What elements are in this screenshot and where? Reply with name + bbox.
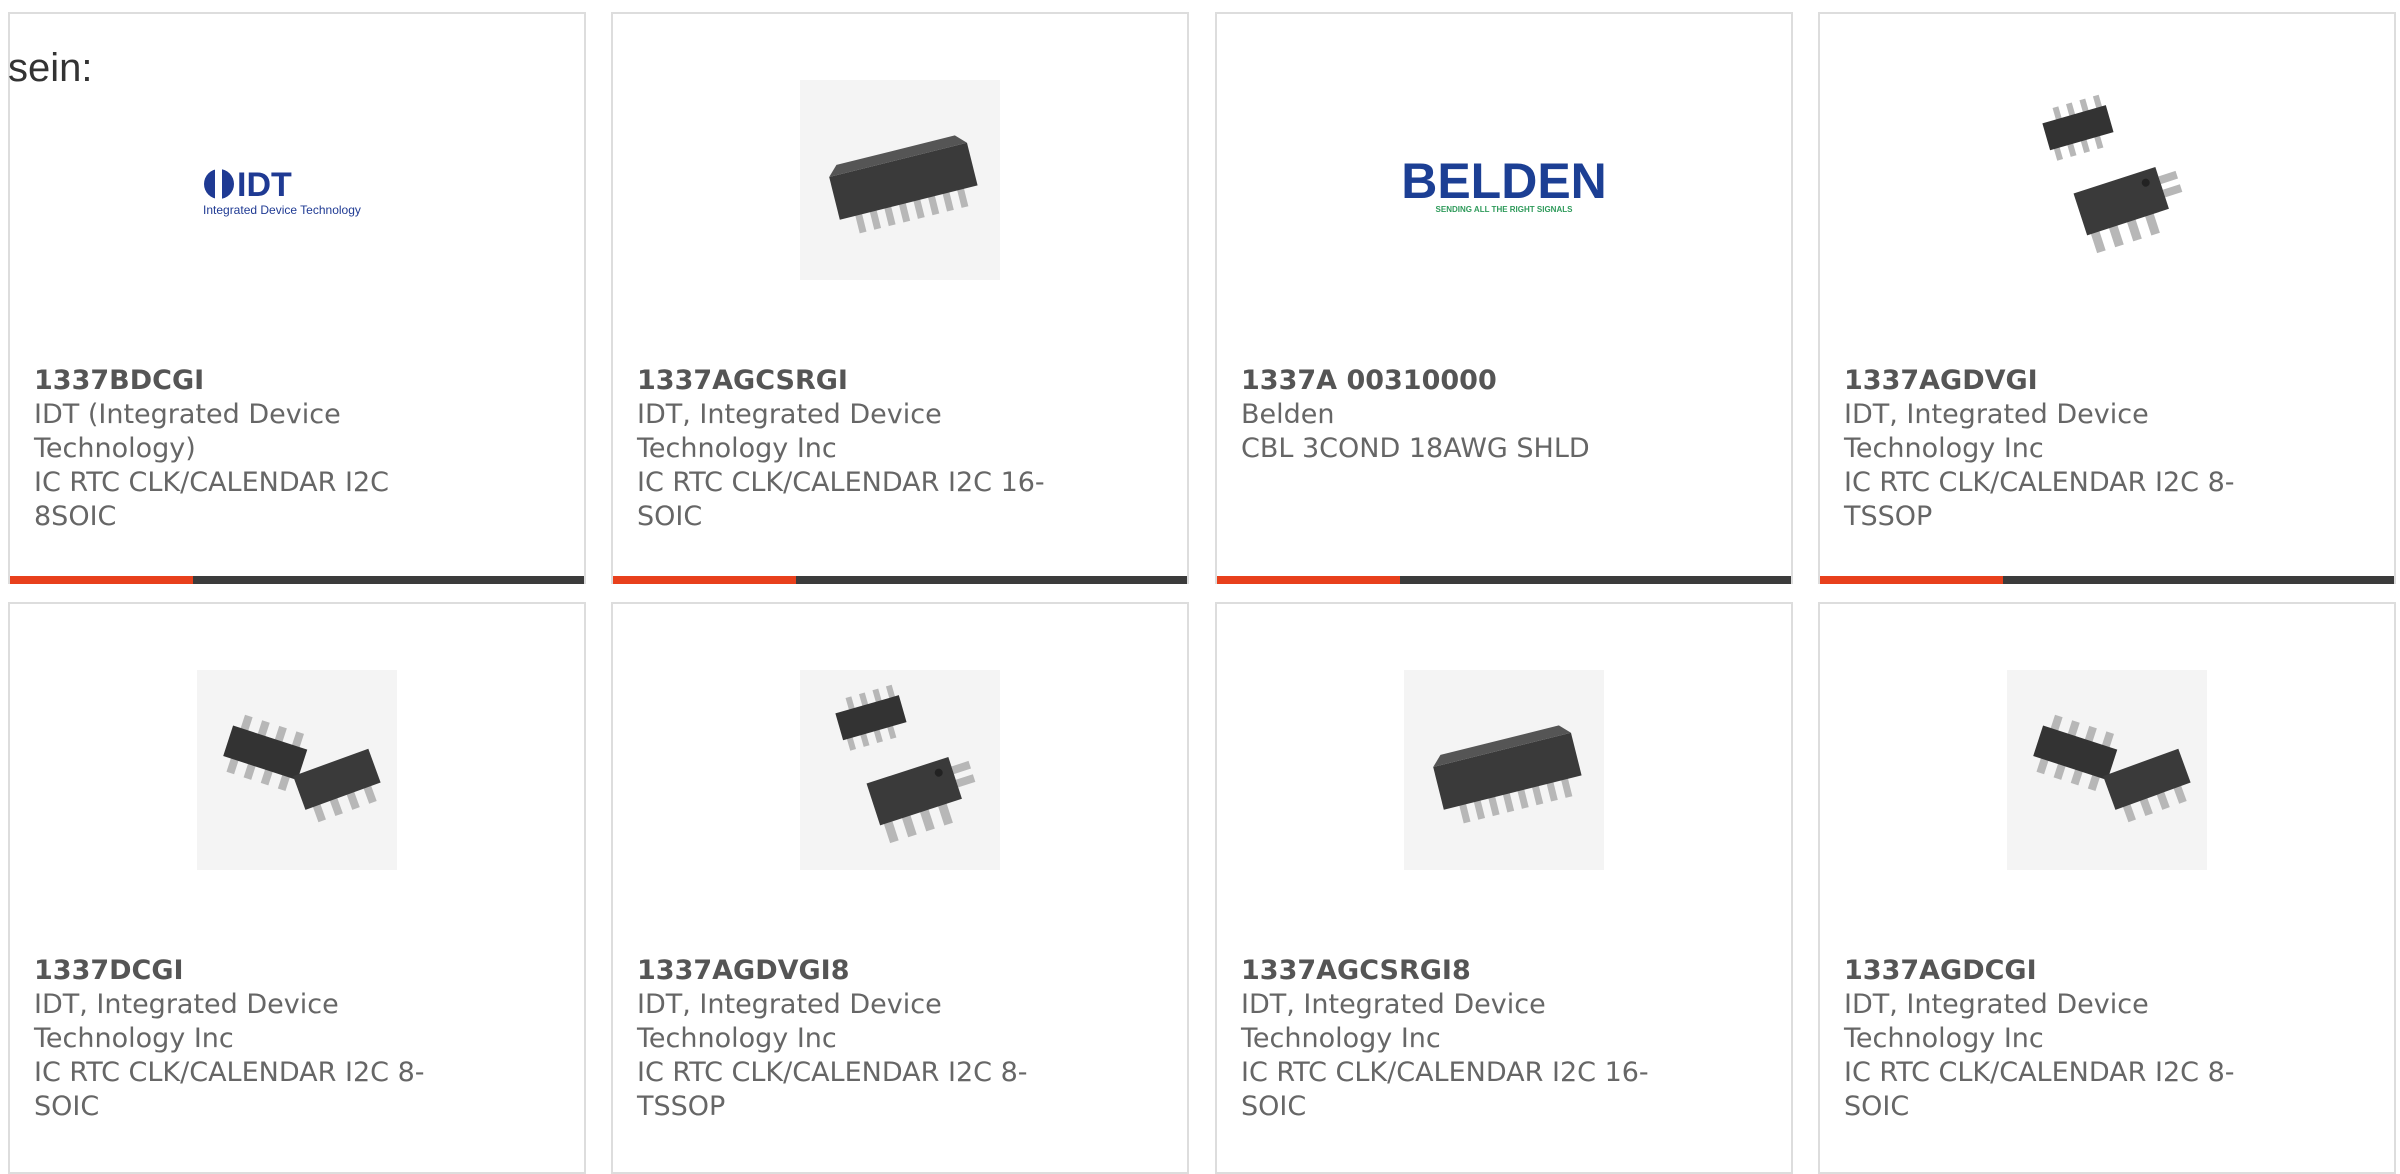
accent-bar <box>1820 576 2003 584</box>
manufacturer-logo: IDT Integrated Device Technology <box>197 80 397 280</box>
product-card[interactable]: 1337AGDCGI IDT, Integrated Device Techno… <box>1818 602 2396 1174</box>
product-card[interactable]: BELDEN SENDING ALL THE RIGHT SIGNALS 133… <box>1215 12 1793 584</box>
product-card[interactable]: 1337AGCSRGI8 IDT, Integrated Device Tech… <box>1215 602 1793 1174</box>
idt-logo-text: IDT <box>237 166 292 204</box>
chip-soic8-image <box>2033 714 2191 823</box>
product-card[interactable]: 1337AGDVGI8 IDT, Integrated Device Techn… <box>611 602 1189 1174</box>
product-card[interactable]: 1337AGCSRGI IDT, Integrated Device Techn… <box>611 12 1189 584</box>
belden-logo: BELDEN SENDING ALL THE RIGHT SIGNALS <box>1404 153 1604 214</box>
card-footer-bar <box>10 576 584 584</box>
product-card[interactable]: 1337AGDVGI IDT, Integrated Device Techno… <box>1818 12 2396 584</box>
accent-bar <box>10 576 193 584</box>
description: IC RTC CLK/CALENDAR I2C 8-SOIC <box>1844 1057 2235 1122</box>
manufacturer: IDT, Integrated Device Technology Inc <box>34 989 339 1054</box>
description: IC RTC CLK/CALENDAR I2C 8-TSSOP <box>1844 467 2235 532</box>
product-image <box>2007 80 2207 280</box>
card-footer-bar <box>613 576 1187 584</box>
description: IC RTC CLK/CALENDAR I2C 8-SOIC <box>34 1057 425 1122</box>
product-card[interactable]: IDT Integrated Device Technology 1337BDC… <box>8 12 586 584</box>
part-number[interactable]: 1337AGDVGI8 <box>637 954 850 988</box>
manufacturer: IDT, Integrated Device Technology Inc <box>637 399 942 464</box>
part-number[interactable]: 1337DCGI <box>34 954 184 988</box>
card-footer-bar <box>1217 576 1791 584</box>
part-number[interactable]: 1337AGDCGI <box>1844 954 2037 988</box>
description: IC RTC CLK/CALENDAR I2C 8SOIC <box>34 467 389 532</box>
part-number[interactable]: 1337A 00310000 <box>1241 364 1497 398</box>
manufacturer-logo: BELDEN SENDING ALL THE RIGHT SIGNALS <box>1404 80 1604 280</box>
product-card[interactable]: 1337DCGI IDT, Integrated Device Technolo… <box>8 602 586 1174</box>
product-image <box>800 670 1000 870</box>
part-number[interactable]: 1337BDCGI <box>34 364 204 398</box>
belden-logo-text: BELDEN <box>1404 153 1604 209</box>
manufacturer: IDT, Integrated Device Technology Inc <box>1844 989 2149 1054</box>
product-image <box>2007 670 2207 870</box>
accent-bar <box>613 576 796 584</box>
description: IC RTC CLK/CALENDAR I2C 16-SOIC <box>1241 1057 1649 1122</box>
chip-tssop8-image <box>835 684 976 844</box>
idt-logo-subtext: Integrated Device Technology <box>203 203 361 217</box>
belden-logo-subtext: SENDING ALL THE RIGHT SIGNALS <box>1436 205 1574 214</box>
chip-soic16-image <box>1433 725 1582 824</box>
part-number[interactable]: 1337AGCSRGI <box>637 364 848 398</box>
chip-soic16-image <box>829 135 978 234</box>
manufacturer: IDT (Integrated Device Technology) <box>34 399 341 464</box>
product-image <box>1404 670 1604 870</box>
chip-soic8-image <box>223 714 381 823</box>
intro-text: sein: <box>8 46 93 90</box>
manufacturer: Belden <box>1241 399 1335 430</box>
description: CBL 3COND 18AWG SHLD <box>1241 433 1590 464</box>
description: IC RTC CLK/CALENDAR I2C 8-TSSOP <box>637 1057 1028 1122</box>
part-number[interactable]: 1337AGCSRGI8 <box>1241 954 1471 988</box>
accent-bar <box>1217 576 1400 584</box>
description: IC RTC CLK/CALENDAR I2C 16-SOIC <box>637 467 1045 532</box>
manufacturer: IDT, Integrated Device Technology Inc <box>1241 989 1546 1054</box>
manufacturer: IDT, Integrated Device Technology Inc <box>637 989 942 1054</box>
product-image <box>800 80 1000 280</box>
product-image <box>197 670 397 870</box>
manufacturer: IDT, Integrated Device Technology Inc <box>1844 399 2149 464</box>
idt-logo: IDT Integrated Device Technology <box>203 166 361 217</box>
chip-tssop8-image <box>2042 94 2183 254</box>
card-footer-bar <box>1820 576 2394 584</box>
part-number[interactable]: 1337AGDVGI <box>1844 364 2038 398</box>
